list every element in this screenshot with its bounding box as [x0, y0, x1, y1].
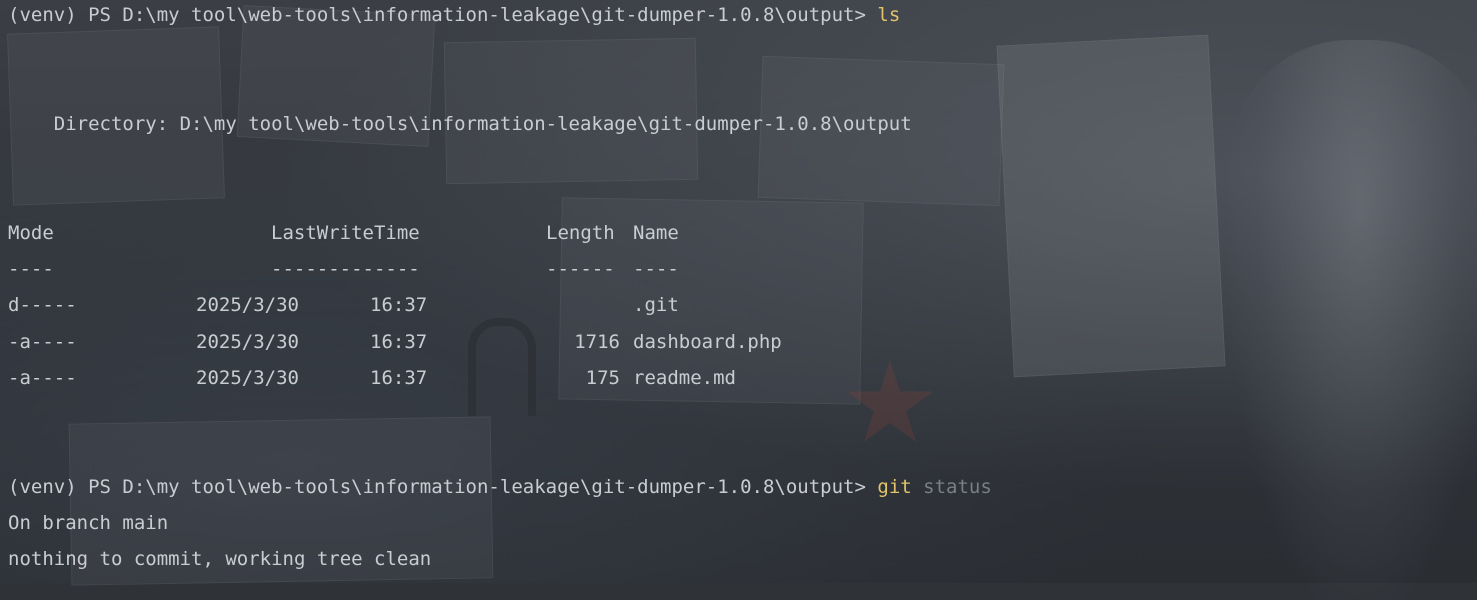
prompt-line-git-status: (venv) PS D:\my tool\web-tools\informati…: [8, 475, 992, 499]
header-mode: Mode: [8, 222, 54, 244]
row-length: 1716: [574, 331, 620, 353]
row-length: [520, 293, 620, 317]
prompt-line-ls: (venv) PS D:\my tool\web-tools\informati…: [8, 3, 900, 27]
row-mode: -a----: [8, 367, 77, 389]
header-lastwritetime: LastWriteTime: [271, 222, 420, 244]
header-length: Length: [546, 222, 615, 244]
underline-lastwritetime: -------------: [271, 258, 420, 280]
row-name: dashboard.php: [633, 331, 782, 353]
row-length: 175: [585, 367, 620, 389]
terminal-output[interactable]: (venv) PS D:\my tool\web-tools\informati…: [0, 0, 1477, 583]
prompt-prefix: (venv) PS D:\my tool\web-tools\informati…: [8, 476, 878, 498]
underline-length: ------: [546, 258, 615, 280]
underline-name: ----: [633, 258, 679, 280]
row-name: .git: [633, 294, 679, 316]
row-date: 2025/3/30: [196, 367, 299, 389]
command-ls: ls: [877, 4, 901, 26]
row-name: readme.md: [633, 367, 736, 389]
row-date: 2025/3/30: [196, 331, 299, 353]
prompt-prefix: (venv) PS D:\my tool\web-tools\informati…: [8, 4, 878, 26]
directory-line: Directory: D:\my tool\web-tools\informat…: [8, 113, 912, 135]
row-time: 16:37: [370, 331, 428, 353]
output-line-branch: On branch main: [8, 512, 169, 534]
header-name: Name: [633, 222, 679, 244]
underline-mode: ----: [8, 258, 54, 280]
command-git: git: [877, 476, 912, 498]
row-time: 16:37: [370, 367, 428, 389]
row-mode: d-----: [8, 294, 77, 316]
row-time: 16:37: [370, 294, 428, 316]
command-argument-status: status: [911, 476, 992, 498]
row-date: 2025/3/30: [196, 294, 299, 316]
output-line-status: nothing to commit, working tree clean: [8, 548, 432, 570]
row-mode: -a----: [8, 331, 77, 353]
